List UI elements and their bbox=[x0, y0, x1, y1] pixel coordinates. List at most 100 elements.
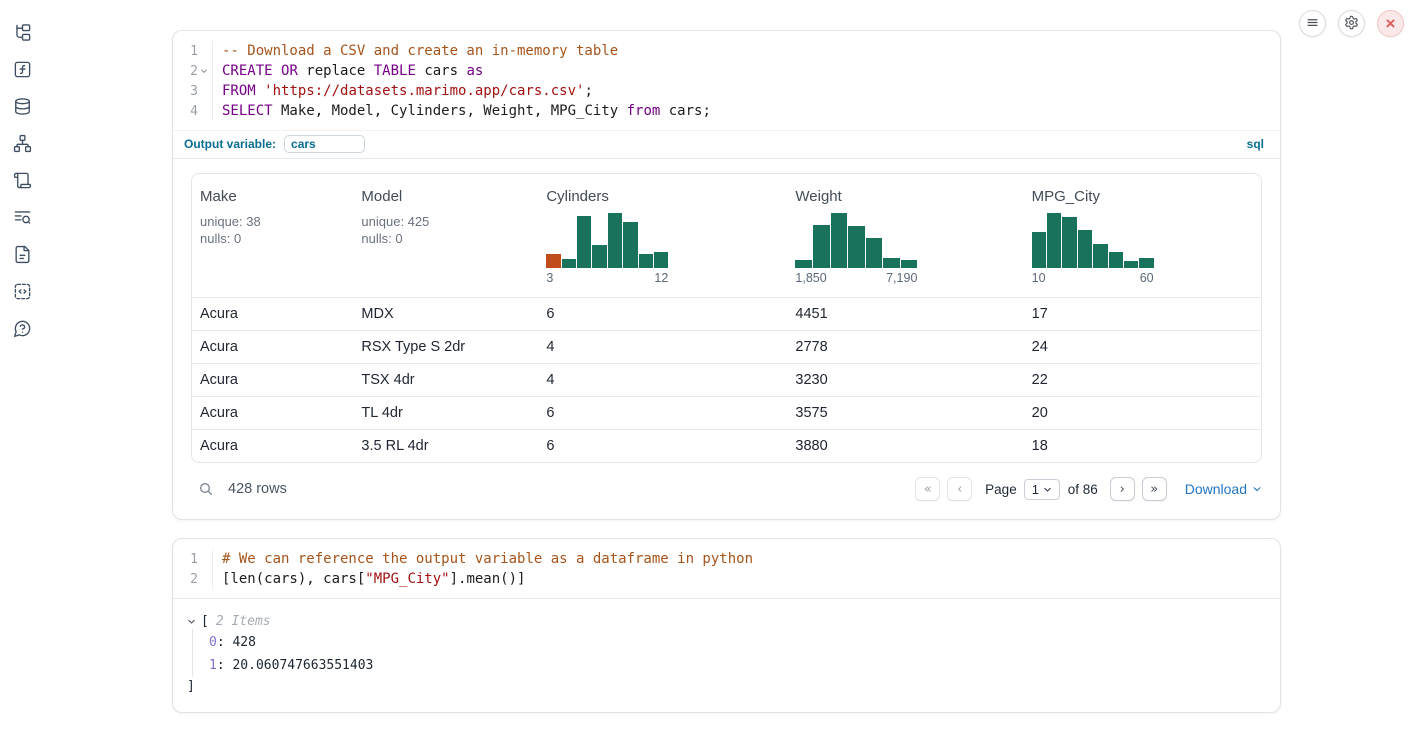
chevron-down-icon bbox=[1043, 482, 1052, 497]
table-row[interactable]: AcuraRSX Type S 2dr4277824 bbox=[192, 330, 1261, 363]
column-stat: unique: 38 bbox=[200, 214, 345, 231]
histogram-bar[interactable] bbox=[577, 216, 591, 268]
axis-min-label: 10 bbox=[1032, 271, 1046, 285]
histogram-bar[interactable] bbox=[1109, 252, 1123, 268]
column-name: Model bbox=[361, 188, 530, 205]
histogram-bar[interactable] bbox=[1124, 261, 1138, 268]
bracket-close: ] bbox=[187, 679, 1266, 694]
table-cell: Acura bbox=[192, 372, 353, 388]
code-token: -- Download a CSV and create an in-memor… bbox=[222, 43, 618, 59]
gutter-line: 2 bbox=[173, 569, 212, 589]
histogram-bar[interactable] bbox=[592, 245, 606, 268]
tree-entry-index: 0 bbox=[209, 635, 217, 650]
column-stats: unique: 425nulls: 0 bbox=[361, 214, 530, 247]
tree-entry[interactable]: 1: 20.060747663551403 bbox=[209, 658, 1266, 673]
python-code-editor[interactable]: 1 2 # We can reference the output variabl… bbox=[173, 539, 1280, 598]
column-stat: unique: 425 bbox=[361, 214, 530, 231]
column-header[interactable]: Makeunique: 38nulls: 0 bbox=[192, 188, 353, 285]
histogram-bar[interactable] bbox=[1062, 217, 1076, 268]
fold-chevron-icon[interactable] bbox=[198, 65, 210, 77]
file-tree-icon[interactable] bbox=[12, 22, 32, 42]
scroll-icon[interactable] bbox=[12, 170, 32, 190]
data-table: Makeunique: 38nulls: 0 Model unique: 425nu… bbox=[191, 173, 1262, 463]
sql-code-editor[interactable]: 1234 -- Download a CSV and create an in-… bbox=[173, 31, 1280, 130]
output-variable-input[interactable] bbox=[284, 135, 365, 153]
code-token: Make, Model, Cylinders, Weight, MPG_City bbox=[273, 103, 627, 119]
search-icon[interactable] bbox=[197, 480, 215, 498]
line-number: 2 bbox=[190, 572, 198, 587]
table-row[interactable]: Acura3.5 RL 4dr6388018 bbox=[192, 429, 1261, 462]
table-cell: 3575 bbox=[787, 405, 1023, 421]
histogram-bar[interactable] bbox=[866, 238, 883, 268]
download-button[interactable]: Download bbox=[1185, 481, 1262, 497]
column-header[interactable]: Weight1,8507,190 bbox=[787, 188, 1023, 285]
axis-max-label: 7,190 bbox=[886, 271, 917, 285]
list-search-icon[interactable] bbox=[12, 207, 32, 227]
dependency-graph-icon[interactable] bbox=[12, 133, 32, 153]
code-snippet-icon[interactable] bbox=[12, 281, 32, 301]
tree-root[interactable]: [ 2 Items bbox=[187, 614, 1266, 629]
tree-entry-value: : 428 bbox=[217, 635, 256, 650]
column-header[interactable]: Cylinders312 bbox=[538, 188, 787, 285]
last-page-button[interactable]: » bbox=[1142, 477, 1167, 501]
line-number: 1 bbox=[190, 552, 198, 567]
histogram-bar[interactable] bbox=[1093, 244, 1107, 268]
notebook-controls: × bbox=[1299, 10, 1404, 37]
table-header: Makeunique: 38nulls: 0 Model unique: 425nu… bbox=[192, 174, 1261, 297]
sql-cell-output: Makeunique: 38nulls: 0 Model unique: 425nu… bbox=[173, 159, 1280, 519]
column-header[interactable]: Model unique: 425nulls: 0 bbox=[353, 188, 538, 285]
table-cell: 2778 bbox=[787, 339, 1023, 355]
menu-button[interactable] bbox=[1299, 10, 1326, 37]
close-button[interactable]: × bbox=[1377, 10, 1404, 37]
histogram-bar[interactable] bbox=[831, 213, 848, 268]
code-token: # We can reference the output variable a… bbox=[222, 551, 753, 567]
page-select[interactable]: 1 bbox=[1024, 479, 1060, 500]
function-square-icon[interactable] bbox=[12, 59, 32, 79]
histogram-bar[interactable] bbox=[901, 260, 918, 268]
histogram-axis: 1,850 7,190 bbox=[795, 271, 917, 285]
code-token: 'https://datasets.marimo.app/cars.csv' bbox=[264, 83, 584, 99]
output-variable-label: Output variable: bbox=[184, 137, 276, 151]
chevron-left-icon: ‹ bbox=[957, 482, 962, 497]
histogram-bars bbox=[1032, 213, 1154, 268]
histogram-bar[interactable] bbox=[883, 258, 900, 268]
table-row[interactable]: AcuraTL 4dr6357520 bbox=[192, 396, 1261, 429]
sql-cell: 1234 -- Download a CSV and create an in-… bbox=[172, 30, 1281, 520]
language-badge[interactable]: sql bbox=[1247, 137, 1264, 151]
column-header[interactable]: MPG_City1060 bbox=[1024, 188, 1261, 285]
table-cell: 22 bbox=[1024, 372, 1261, 388]
line-number: 4 bbox=[190, 104, 198, 119]
next-page-button[interactable]: › bbox=[1110, 477, 1135, 501]
database-icon[interactable] bbox=[12, 96, 32, 116]
histogram-bars bbox=[795, 213, 917, 268]
histogram-bar[interactable] bbox=[1078, 230, 1092, 268]
table-row[interactable]: AcuraTSX 4dr4323022 bbox=[192, 363, 1261, 396]
histogram-bar[interactable] bbox=[1139, 258, 1153, 268]
tree-entry-value: : 20.060747663551403 bbox=[217, 658, 374, 673]
page-select-value: 1 bbox=[1032, 482, 1039, 497]
help-bubble-icon[interactable] bbox=[12, 318, 32, 338]
histogram-bar[interactable] bbox=[639, 254, 653, 268]
download-label: Download bbox=[1185, 481, 1247, 497]
histogram-bar[interactable] bbox=[1047, 213, 1061, 268]
table-footer: 428 rows « ‹ Page 1 of 86 › » Download bbox=[191, 463, 1262, 503]
histogram-bar[interactable] bbox=[623, 222, 637, 268]
first-page-button[interactable]: « bbox=[915, 477, 940, 501]
table-cell: Acura bbox=[192, 306, 353, 322]
histogram-bar[interactable] bbox=[848, 226, 865, 268]
table-row[interactable]: AcuraMDX6445117 bbox=[192, 297, 1261, 330]
document-icon[interactable] bbox=[12, 244, 32, 264]
histogram-bar[interactable] bbox=[608, 213, 622, 268]
axis-min-label: 1,850 bbox=[795, 271, 826, 285]
settings-button[interactable] bbox=[1338, 10, 1365, 37]
previous-page-button[interactable]: ‹ bbox=[947, 477, 972, 501]
histogram-bar[interactable] bbox=[654, 252, 668, 268]
histogram-bar[interactable] bbox=[546, 254, 560, 268]
histogram-bar[interactable] bbox=[1032, 232, 1046, 268]
tree-entry[interactable]: 0: 428 bbox=[209, 635, 1266, 650]
axis-max-label: 12 bbox=[654, 271, 668, 285]
histogram-bar[interactable] bbox=[795, 260, 812, 268]
tree-entries: 0: 428 1: 20.060747663551403 bbox=[192, 629, 1266, 677]
histogram-bar[interactable] bbox=[562, 259, 576, 268]
histogram-bar[interactable] bbox=[813, 225, 830, 268]
